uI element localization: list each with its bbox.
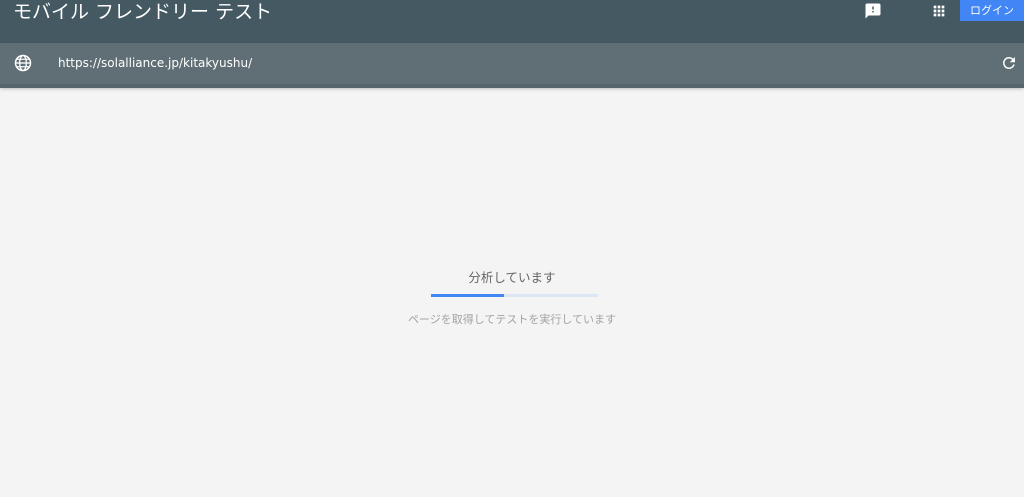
apps-button[interactable] [927, 0, 951, 22]
reload-button[interactable] [998, 52, 1020, 74]
apps-grid-icon [933, 5, 945, 17]
login-button[interactable]: ログイン [960, 0, 1024, 21]
reload-icon [1002, 56, 1015, 69]
page-title: モバイル フレンドリー テスト [13, 1, 273, 23]
feedback-button[interactable] [861, 0, 885, 22]
status-title: 分析しています [468, 270, 556, 285]
feedback-icon [865, 3, 881, 19]
globe-icon [14, 54, 32, 72]
app-root: モバイル フレンドリー テスト ログイン 分析しています [0, 0, 1024, 497]
top-bar: モバイル フレンドリー テスト ログイン [0, 0, 1024, 43]
progress-bar [431, 294, 598, 297]
globe-button [12, 52, 34, 74]
status-subtitle: ページを取得してテストを実行しています [407, 313, 617, 326]
url-bar-shadow [0, 84, 1024, 88]
url-input[interactable] [58, 52, 958, 74]
progress-bar-fill [431, 294, 505, 297]
